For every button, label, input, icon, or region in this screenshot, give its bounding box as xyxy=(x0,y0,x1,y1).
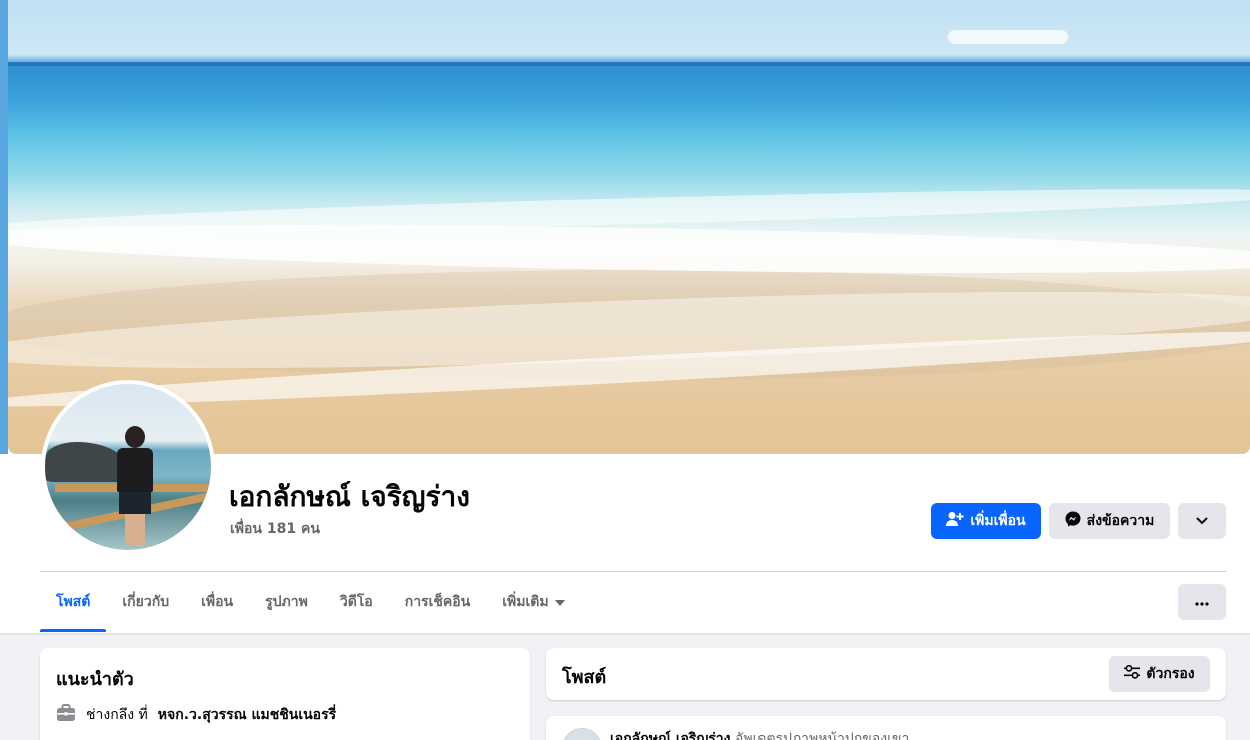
filter-label: ตัวกรอง xyxy=(1146,666,1195,682)
intro-card: แนะนำตัว ช่างกลึง ที่ หจก.ว.สุวรรณ แมชชิ… xyxy=(40,648,530,740)
post-author-link[interactable]: เอกลักษณ์ เจริญร่าง xyxy=(610,731,730,740)
post-card: เอกลักษณ์ เจริญร่าง อัพเดตรูปภาพหน้าปกขอ… xyxy=(546,716,1226,740)
more-options-dropdown[interactable] xyxy=(1178,503,1226,539)
posts-header-card: โพสต์ ตัวกรอง xyxy=(546,648,1226,700)
avatar-person xyxy=(115,426,155,546)
tab-label: เพิ่มเติม xyxy=(502,594,549,610)
profile-menu-button[interactable] xyxy=(1178,584,1226,620)
message-button[interactable]: ส่งข้อความ xyxy=(1049,503,1170,539)
tab-label: วิดีโอ xyxy=(339,594,373,610)
cover-photo[interactable] xyxy=(8,0,1250,454)
profile-name: เอกลักษณ์ เจริญร่าง xyxy=(229,480,470,513)
intro-title: แนะนำตัว xyxy=(56,669,134,690)
tab-checkins[interactable]: การเช็คอิน xyxy=(389,572,487,632)
tab-photos[interactable]: รูปภาพ xyxy=(249,572,324,632)
post-header: เอกลักษณ์ เจริญร่าง อัพเดตรูปภาพหน้าปกขอ… xyxy=(610,728,909,740)
post-author-avatar[interactable] xyxy=(562,728,602,740)
tab-posts[interactable]: โพสต์ xyxy=(40,572,107,632)
add-friend-label: เพิ่มเพื่อน xyxy=(970,513,1026,529)
chevron-down-icon xyxy=(1196,513,1208,529)
messenger-icon xyxy=(1065,511,1081,531)
profile-tabs: โพสต์ เกี่ยวกับ เพื่อน รูปภาพ วิดีโอ การ… xyxy=(40,572,581,632)
filter-icon xyxy=(1124,664,1141,683)
avatar-person-head xyxy=(125,426,145,448)
filter-button[interactable]: ตัวกรอง xyxy=(1109,656,1210,692)
posts-title: โพสต์ xyxy=(562,667,607,688)
intro-work-prefix: ช่างกลึง ที่ xyxy=(86,707,148,723)
tab-label: เกี่ยวกับ xyxy=(122,594,170,610)
ellipsis-icon xyxy=(1195,594,1209,610)
cover-edge xyxy=(0,0,8,454)
add-friend-icon xyxy=(946,511,964,531)
avatar-rock xyxy=(45,442,125,482)
tab-about[interactable]: เกี่ยวกับ xyxy=(106,572,185,632)
briefcase-icon xyxy=(56,704,76,726)
intro-work-place-link[interactable]: หจก.ว.สุวรรณ แมชชินเนอรรี่ xyxy=(158,704,336,726)
message-label: ส่งข้อความ xyxy=(1086,513,1155,529)
profile-avatar[interactable] xyxy=(41,380,215,554)
intro-work-row: ช่างกลึง ที่ หจก.ว.สุวรรณ แมชชินเนอรรี่ xyxy=(56,704,336,726)
post-action-text: อัพเดตรูปภาพหน้าปกของเขา xyxy=(734,731,910,740)
profile-header: เอกลักษณ์ เจริญร่าง เพื่อน 181 คน เพิ่มเ… xyxy=(0,0,1250,633)
tab-videos[interactable]: วิดีโอ xyxy=(324,572,389,632)
tab-label: รูปภาพ xyxy=(265,594,308,610)
add-friend-button[interactable]: เพิ่มเพื่อน xyxy=(931,503,1041,539)
tab-label: การเช็คอิน xyxy=(404,594,471,610)
tab-friends[interactable]: เพื่อน xyxy=(185,572,249,632)
friends-count-link[interactable]: เพื่อน 181 คน xyxy=(230,519,320,539)
cover-horizon xyxy=(8,62,1250,66)
avatar-photo xyxy=(45,384,211,550)
caret-down-icon xyxy=(554,594,565,610)
tab-label: เพื่อน xyxy=(201,594,234,610)
tab-label: โพสต์ xyxy=(56,594,91,610)
avatar-person-shirt xyxy=(117,448,153,492)
cover-cloud xyxy=(948,30,1068,44)
tab-more[interactable]: เพิ่มเติม xyxy=(486,572,580,632)
avatar-person-legs xyxy=(125,514,145,546)
avatar-person-shorts xyxy=(119,492,151,514)
